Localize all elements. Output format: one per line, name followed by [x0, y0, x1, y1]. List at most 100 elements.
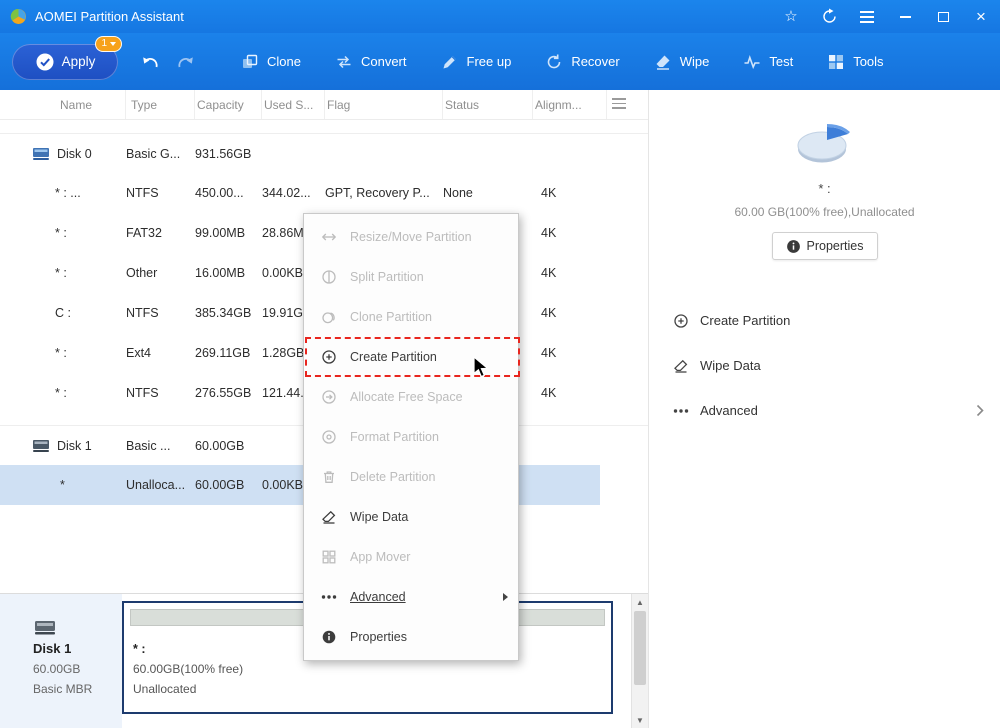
wipe-data-icon	[673, 358, 689, 374]
menu-item-app-mover[interactable]: App Mover	[304, 537, 518, 577]
badge-count: 1	[101, 38, 107, 49]
feedback-refresh-icon[interactable]	[810, 0, 848, 33]
cell-type: NTFS	[126, 306, 195, 320]
cell-name: * :	[0, 266, 126, 280]
scroll-down-icon[interactable]: ▼	[632, 712, 648, 728]
scrollbar-thumb[interactable]	[634, 611, 646, 685]
table-row-disk0[interactable]: Disk 0 Basic G... 931.56GB	[0, 133, 648, 173]
column-header-type[interactable]: Type	[126, 90, 195, 119]
cell-capacity: 450.00...	[195, 186, 262, 200]
menu-item-label: Clone Partition	[350, 310, 432, 324]
cell-type: Other	[126, 266, 195, 280]
menu-item-clone-partition[interactable]: Clone Partition	[304, 297, 518, 337]
cell-alignment: 4K	[533, 386, 607, 400]
menu-item-wipe-data[interactable]: Wipe Data	[304, 497, 518, 537]
column-header-used[interactable]: Used S...	[262, 90, 325, 119]
badge-caret-icon	[110, 42, 116, 46]
cell-capacity: 385.34GB	[195, 306, 262, 320]
menu-item-label: Split Partition	[350, 270, 424, 284]
cell-capacity: 60.00GB	[195, 439, 262, 453]
convert-button[interactable]: Convert	[318, 40, 424, 84]
cell-type: FAT32	[126, 226, 195, 240]
minimize-button[interactable]	[886, 0, 924, 33]
partition-block-status: Unallocated	[133, 682, 611, 696]
selection-side-panel: * : 60.00 GB(100% free),Unallocated Prop…	[648, 90, 1000, 728]
wipe-icon	[654, 53, 672, 71]
action-create-partition[interactable]: Create Partition	[649, 298, 1000, 343]
menu-item-resize-move-partition[interactable]: Resize/Move Partition	[304, 217, 518, 257]
disk-icon	[33, 618, 122, 636]
action-advanced[interactable]: Advanced	[649, 388, 1000, 433]
cell-alignment: 4K	[533, 186, 607, 200]
undo-icon[interactable]	[138, 50, 162, 74]
chevron-right-icon	[976, 404, 984, 417]
column-settings-icon[interactable]	[612, 98, 626, 109]
pending-operations-badge[interactable]: 1	[95, 36, 122, 52]
wipe-button[interactable]: Wipe	[637, 40, 727, 84]
wipe-data-icon	[321, 509, 337, 525]
maximize-button[interactable]	[924, 0, 962, 33]
menu-item-label: Allocate Free Space	[350, 390, 463, 404]
menu-item-properties[interactable]: Properties	[304, 617, 518, 657]
toolbar: Apply 1	[0, 33, 1000, 90]
test-button[interactable]: Test	[726, 40, 810, 84]
menu-item-delete-partition[interactable]: Delete Partition	[304, 457, 518, 497]
menu-item-label: App Mover	[350, 550, 410, 564]
selection-title: * :	[649, 181, 1000, 196]
tool-button-label: Tools	[853, 54, 883, 69]
clone-icon	[241, 53, 259, 71]
create-partition-icon	[673, 313, 689, 329]
create-partition-icon	[321, 349, 337, 365]
tool-button-label: Free up	[467, 54, 512, 69]
main-menu-icon[interactable]	[848, 0, 886, 33]
recover-icon	[545, 53, 563, 71]
window-title: AOMEI Partition Assistant	[35, 9, 184, 24]
tools-button[interactable]: Tools	[810, 40, 900, 84]
disk-map-capacity: 60.00GB	[33, 662, 122, 676]
vertical-scrollbar[interactable]: ▲ ▼	[631, 594, 648, 728]
clone-partition-icon	[321, 309, 337, 325]
column-header-capacity[interactable]: Capacity	[195, 90, 262, 119]
properties-button[interactable]: Properties	[772, 232, 878, 260]
column-header-alignment[interactable]: Alignm...	[533, 90, 607, 119]
scroll-up-icon[interactable]: ▲	[632, 594, 648, 611]
submenu-arrow-icon	[503, 593, 508, 601]
split-partition-icon	[321, 269, 337, 285]
column-header-status[interactable]: Status	[443, 90, 533, 119]
selection-subtitle: 60.00 GB(100% free),Unallocated	[649, 205, 1000, 219]
recover-button[interactable]: Recover	[528, 40, 636, 84]
free-up-button[interactable]: Free up	[424, 40, 529, 84]
cell-alignment: 4K	[533, 306, 607, 320]
column-header-flag[interactable]: Flag	[325, 90, 443, 119]
cell-status: None	[443, 186, 533, 200]
table-header: Name Type Capacity Used S... Flag Status…	[0, 90, 648, 120]
menu-item-allocate-free-space[interactable]: Allocate Free Space	[304, 377, 518, 417]
cell-type: NTFS	[126, 386, 195, 400]
cell-capacity: 16.00MB	[195, 266, 262, 280]
close-button[interactable]: ×	[962, 0, 1000, 33]
disk-icon	[32, 439, 50, 453]
cell-alignment: 4K	[533, 226, 607, 240]
cell-name: * :	[0, 386, 126, 400]
column-header-name[interactable]: Name	[0, 90, 126, 119]
partition-pie-icon	[795, 120, 855, 166]
redo-icon[interactable]	[174, 50, 198, 74]
menu-item-create-partition[interactable]: Create Partition	[304, 337, 518, 377]
action-wipe-data[interactable]: Wipe Data	[649, 343, 1000, 388]
cell-name: * : ...	[0, 186, 126, 200]
cell-type: Basic ...	[126, 439, 195, 453]
table-row-partition[interactable]: * : ... NTFS 450.00... 344.02... GPT, Re…	[0, 173, 648, 213]
delete-partition-icon	[321, 469, 337, 485]
clone-button[interactable]: Clone	[224, 40, 318, 84]
cell-type: Unalloca...	[126, 478, 195, 492]
apply-button[interactable]: Apply 1	[12, 44, 118, 80]
menu-item-split-partition[interactable]: Split Partition	[304, 257, 518, 297]
menu-item-format-partition[interactable]: Format Partition	[304, 417, 518, 457]
cell-capacity: 60.00GB	[195, 478, 262, 492]
favorite-star-icon[interactable]: ☆	[772, 0, 810, 33]
menu-item-advanced[interactable]: Advanced	[304, 577, 518, 617]
cell-flag: GPT, Recovery P...	[325, 186, 443, 200]
disk-map-style: Basic MBR	[33, 682, 122, 696]
tool-button-label: Recover	[571, 54, 619, 69]
advanced-dots-icon	[321, 589, 337, 605]
